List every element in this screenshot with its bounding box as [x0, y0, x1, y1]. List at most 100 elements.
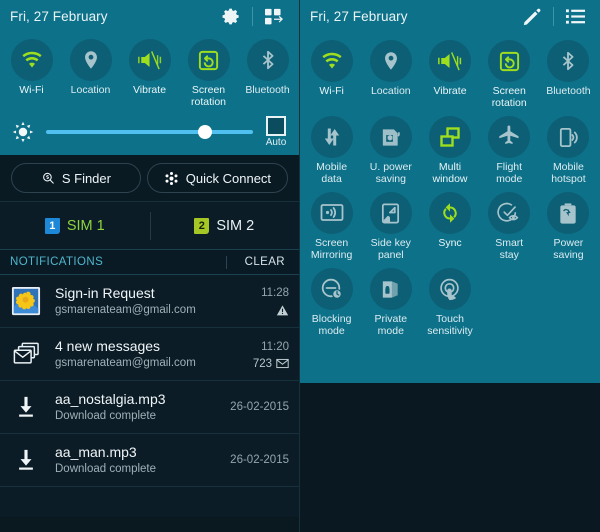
notification-title: aa_man.mp3: [55, 443, 137, 460]
screen-mirroring-icon: [320, 204, 343, 221]
toggle-circle: [369, 268, 412, 310]
quick-toggle-row-4: Blocking mode Private mode Touch sensiti…: [300, 261, 600, 337]
multi-window-icon: [440, 127, 460, 147]
notification-item[interactable]: aa_man.mp3 Download complete 26-02-2015: [0, 434, 299, 487]
toggle-vibrate[interactable]: Vibrate: [420, 33, 479, 109]
sim-2-label: SIM 2: [216, 217, 255, 234]
list-view-icon[interactable]: [558, 2, 592, 32]
mail-icon: [276, 358, 289, 369]
toggle-sync[interactable]: Sync: [420, 185, 479, 261]
toggle-blocking-mode[interactable]: Blocking mode: [302, 261, 361, 337]
left-notification-panel: Fri, 27 February Wi-Fi Location Vibrate …: [0, 0, 300, 532]
notification-text: 4 new messages gsmarenateam@gmail.com: [55, 338, 237, 371]
ultra-power-saving-icon: [383, 128, 401, 146]
toggle-circle: [429, 192, 471, 234]
sim-divider: [149, 212, 151, 240]
right-panel-empty-area: [300, 383, 600, 532]
sync-icon: [443, 203, 457, 223]
clear-button[interactable]: CLEAR: [245, 256, 289, 268]
notification-text: Sign-in Request gsmarenateam@gmail.com: [55, 285, 237, 318]
quick-toggle-row-2: Mobile data U. power saving Multi window…: [300, 109, 600, 185]
toggle-circle: [128, 39, 171, 81]
right-quick-settings-panel: Fri, 27 February Wi-Fi Location Vibrate …: [300, 0, 600, 532]
toggle-ultra-power-saving[interactable]: U. power saving: [361, 109, 420, 185]
notification-item[interactable]: 4 new messages gsmarenateam@gmail.com 11…: [0, 328, 299, 381]
quick-toggle-row-1: Wi-Fi Location Vibrate Screen rotation B…: [0, 33, 299, 108]
location-pin-icon: [384, 52, 397, 70]
toggle-label: Flight mode: [496, 161, 523, 185]
notification-badge: 723: [253, 358, 289, 370]
toggle-label: Wi-Fi: [319, 85, 344, 97]
pencil-icon[interactable]: [515, 2, 549, 32]
right-quick-settings-area: Fri, 27 February Wi-Fi Location Vibrate …: [300, 0, 600, 383]
auto-label: Auto: [265, 136, 287, 148]
toggle-label: Private mode: [374, 313, 408, 337]
sim-selection-row: 1 SIM 1 2 SIM 2: [0, 201, 299, 249]
power-saving-icon: [560, 202, 577, 224]
toggle-label: Vibrate: [433, 85, 467, 97]
toggle-circle: [310, 192, 353, 234]
toggle-smart-stay[interactable]: Smart stay: [480, 185, 539, 261]
sim-2-item[interactable]: 2 SIM 2: [150, 217, 300, 234]
toggle-arrange-icon[interactable]: [257, 2, 291, 32]
toggle-circle: [488, 40, 531, 82]
toggle-circle: [369, 192, 412, 234]
quick-toggle-row-3: Screen Mirroring Side key panel Sync Sma…: [300, 185, 600, 261]
slider-thumb[interactable]: [198, 124, 213, 139]
toggle-circle: [310, 40, 353, 82]
toggle-touch-sensitivity[interactable]: Touch sensitivity: [420, 261, 479, 337]
toggle-bluetooth[interactable]: Bluetooth: [238, 33, 297, 108]
notifications-title: NOTIFICATIONS: [10, 256, 104, 268]
notification-badge: [272, 304, 289, 317]
notification-item[interactable]: Sign-in Request gsmarenateam@gmail.com 1…: [0, 275, 299, 328]
sim-1-badge: 1: [44, 217, 60, 234]
toggle-label: Power saving: [553, 237, 584, 261]
toggle-side-key-panel[interactable]: Side key panel: [361, 185, 420, 261]
brightness-sun-icon: [12, 121, 34, 142]
private-mode-icon: [383, 280, 398, 298]
notification-subtitle: gsmarenateam@gmail.com: [55, 356, 196, 369]
auto-checkbox[interactable]: [266, 115, 286, 136]
toggle-private-mode[interactable]: Private mode: [361, 261, 420, 337]
toggle-vibrate[interactable]: Vibrate: [120, 33, 179, 108]
quick-connect-button[interactable]: Quick Connect: [146, 163, 289, 193]
photo-flower-icon: [9, 284, 43, 318]
toggle-power-saving[interactable]: Power saving: [539, 185, 598, 261]
bluetooth-icon: [563, 51, 574, 71]
notifications-header: NOTIFICATIONS CLEAR: [0, 249, 299, 275]
toggle-mobile-hotspot[interactable]: Mobile hotspot: [539, 109, 598, 185]
toggle-circle: [369, 40, 412, 82]
toggle-location[interactable]: Location: [61, 33, 120, 108]
toggle-wifi[interactable]: Wi-Fi: [302, 33, 361, 109]
notification-text: aa_man.mp3 Download complete: [55, 444, 230, 477]
sim-1-item[interactable]: 1 SIM 1: [0, 217, 150, 234]
toggle-flight-mode[interactable]: Flight mode: [480, 109, 539, 185]
toggle-circle: [547, 268, 589, 310]
toggle-screen-rotation[interactable]: Screen rotation: [179, 33, 238, 108]
brightness-slider[interactable]: [46, 124, 253, 140]
toggle-label: Multi window: [432, 161, 468, 185]
toggle-label: Blocking mode: [311, 313, 352, 337]
toggle-screen-mirroring[interactable]: Screen Mirroring: [302, 185, 361, 261]
toggle-screen-rotation[interactable]: Screen rotation: [480, 33, 539, 109]
slider-track: [46, 129, 253, 134]
toggle-bluetooth[interactable]: Bluetooth: [539, 33, 598, 109]
toggle-location[interactable]: Location: [361, 33, 420, 109]
notification-item[interactable]: aa_nostalgia.mp3 Download complete 26-02…: [0, 381, 299, 434]
notification-meta: 11:28: [237, 285, 289, 317]
auto-brightness-toggle[interactable]: Auto: [263, 115, 289, 148]
toggle-label: Smart stay: [495, 237, 524, 261]
s-finder-icon: [42, 172, 54, 184]
notification-title: 4 new messages: [55, 337, 161, 354]
toggle-wifi[interactable]: Wi-Fi: [2, 33, 61, 108]
gear-icon[interactable]: [214, 2, 248, 32]
toggle-label: Bluetooth: [546, 85, 591, 97]
toggle-multi-window[interactable]: Multi window: [420, 109, 479, 185]
header-divider: [252, 7, 253, 26]
s-finder-button[interactable]: S Finder: [10, 163, 141, 193]
location-pin-icon: [84, 51, 97, 69]
toggle-label: Screen rotation: [491, 85, 527, 109]
blocking-mode-icon: [321, 278, 342, 300]
toggle-circle: [369, 116, 412, 158]
toggle-mobile-data[interactable]: Mobile data: [302, 109, 361, 185]
